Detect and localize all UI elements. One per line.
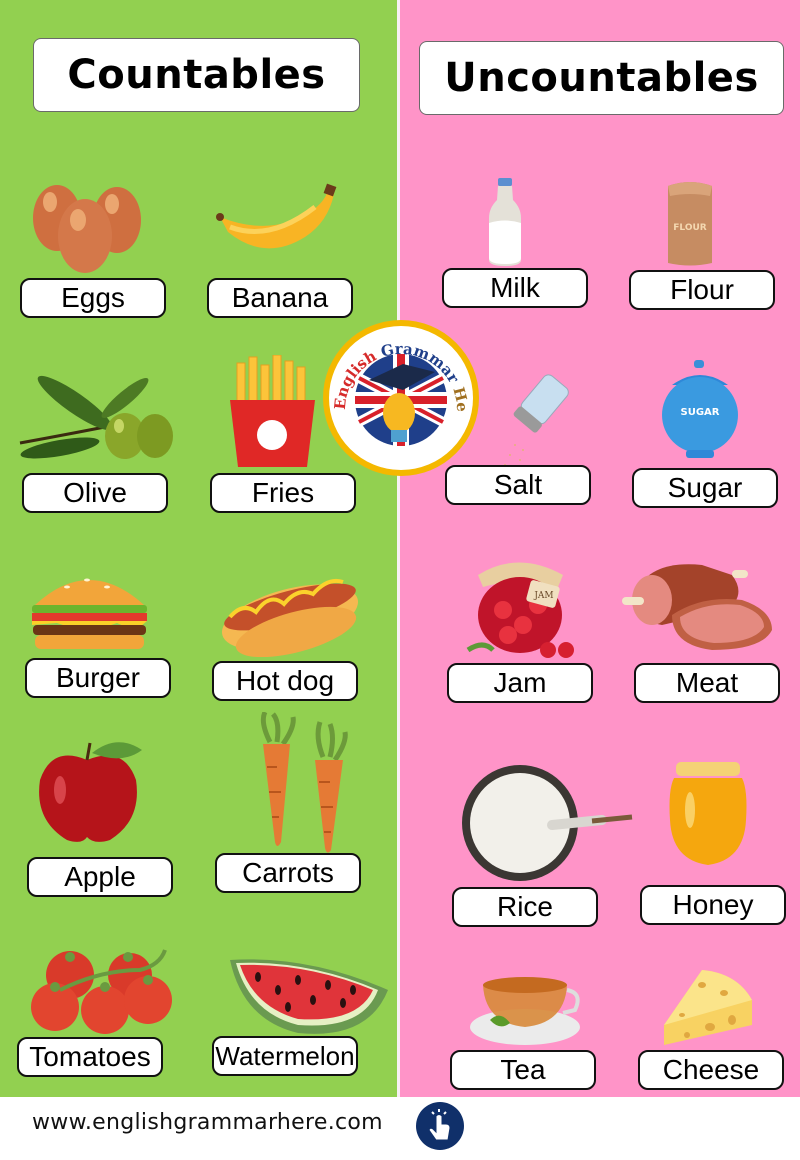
carrots-icon xyxy=(260,712,348,853)
sugar-icon: SUGAR xyxy=(662,360,738,458)
countable-label-burger: Burger xyxy=(25,658,171,698)
salt-icon xyxy=(504,374,569,466)
svg-text:SUGAR: SUGAR xyxy=(681,407,720,418)
uncountable-label-cheese: Cheese xyxy=(638,1050,784,1090)
olive-icon xyxy=(19,375,173,459)
uncountable-label-honey: Honey xyxy=(640,885,786,925)
countable-label-tomatoes: Tomatoes xyxy=(17,1037,163,1077)
uncountables-panel xyxy=(400,0,800,1097)
flour-icon: FLOUR xyxy=(668,182,712,266)
uncountable-label-sugar: Sugar xyxy=(632,468,778,508)
banana-icon xyxy=(216,183,337,249)
svg-text:JAM: JAM xyxy=(533,591,553,601)
uncountable-label-tea: Tea xyxy=(450,1050,596,1090)
uncountable-label-rice: Rice xyxy=(452,887,598,927)
cheese-icon xyxy=(664,970,752,1045)
countables-panel xyxy=(0,0,397,1097)
tomatoes-icon xyxy=(31,949,172,1034)
countable-label-hot-dog: Hot dog xyxy=(212,661,358,701)
countable-label-eggs: Eggs xyxy=(20,278,166,318)
countables-title: Countables xyxy=(67,52,326,98)
eggs-icon xyxy=(33,185,141,273)
burger-icon xyxy=(32,578,147,649)
svg-text:FLOUR: FLOUR xyxy=(673,223,707,233)
footer-website-link[interactable]: www.englishgrammarhere.com xyxy=(32,1110,383,1135)
uncountables-title: Uncountables xyxy=(444,55,759,101)
rice-icon xyxy=(462,765,633,881)
milk-icon xyxy=(489,178,521,266)
fries-icon xyxy=(230,355,315,467)
countables-header: Countables xyxy=(33,38,360,112)
tea-icon xyxy=(470,977,580,1045)
countable-label-carrots: Carrots xyxy=(215,853,361,893)
uncountables-header: Uncountables xyxy=(419,41,784,115)
countable-label-fries: Fries xyxy=(210,473,356,513)
countable-label-watermelon: Watermelon xyxy=(212,1036,358,1076)
uncountable-label-meat: Meat xyxy=(634,663,780,703)
watermelon-icon xyxy=(230,959,388,1034)
hot-dog-icon xyxy=(221,578,359,657)
apple-icon xyxy=(39,742,142,842)
pointer-hand-icon[interactable] xyxy=(416,1102,464,1150)
uncountable-label-flour: Flour xyxy=(629,270,775,310)
countable-label-banana: Banana xyxy=(207,278,353,318)
honey-icon xyxy=(669,762,747,865)
uncountable-label-milk: Milk xyxy=(442,268,588,308)
countable-label-olive: Olive xyxy=(22,473,168,513)
english-grammar-here-logo: English Grammar Here.Com xyxy=(317,318,479,476)
jam-icon: JAM xyxy=(466,562,574,658)
countable-label-apple: Apple xyxy=(27,857,173,897)
meat-icon xyxy=(622,564,772,650)
uncountable-label-jam: Jam xyxy=(447,663,593,703)
